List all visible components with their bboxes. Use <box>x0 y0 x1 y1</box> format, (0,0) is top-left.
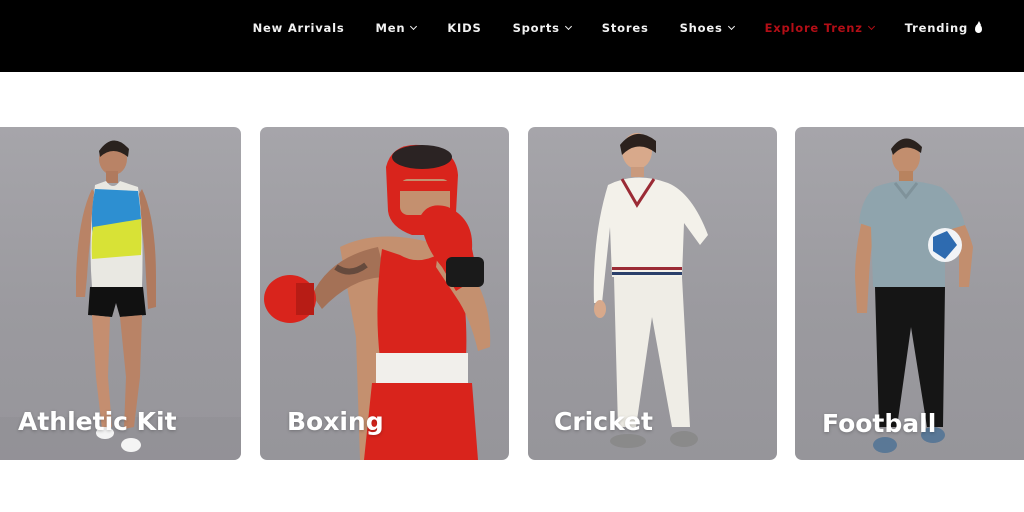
nav-label: Stores <box>601 21 649 35</box>
nav-shoes[interactable]: Shoes <box>679 21 735 35</box>
nav-label: Explore Trenz <box>764 21 863 35</box>
nav-label: Shoes <box>679 21 723 35</box>
flame-icon <box>975 20 982 33</box>
chevron-down-icon <box>867 22 875 31</box>
nav-new-arrivals[interactable]: New Arrivals <box>253 21 345 35</box>
nav-label: KIDS <box>447 21 482 35</box>
main-nav: New Arrivals Men KIDS Sports Stores Shoe… <box>0 0 1024 56</box>
nav-men[interactable]: Men <box>375 21 418 35</box>
nav-kids[interactable]: KIDS <box>447 21 481 35</box>
site-header: New Arrivals Men KIDS Sports Stores Shoe… <box>0 0 1024 72</box>
category-card-football[interactable]: Football <box>795 127 1024 460</box>
category-label: Football <box>822 409 937 438</box>
chevron-down-icon <box>564 22 572 31</box>
chevron-down-icon <box>410 22 418 31</box>
nav-trending[interactable]: Trending <box>904 20 982 35</box>
nav-stores[interactable]: Stores <box>602 21 649 35</box>
chevron-down-icon <box>727 22 735 31</box>
nav-label: Sports <box>512 21 560 35</box>
nav-label: New Arrivals <box>252 21 345 35</box>
nav-sports[interactable]: Sports <box>512 21 572 35</box>
category-card-boxing[interactable]: Boxing <box>260 127 509 460</box>
nav-explore-trenz[interactable]: Explore Trenz <box>764 21 875 35</box>
nav-label: Trending <box>904 21 968 35</box>
category-card-athletic-kit[interactable]: Athletic Kit <box>0 127 241 460</box>
category-card-cricket[interactable]: Cricket <box>528 127 777 460</box>
category-label: Athletic Kit <box>18 407 177 436</box>
category-label: Boxing <box>287 407 384 436</box>
category-label: Cricket <box>554 407 653 436</box>
nav-label: Men <box>375 21 406 35</box>
